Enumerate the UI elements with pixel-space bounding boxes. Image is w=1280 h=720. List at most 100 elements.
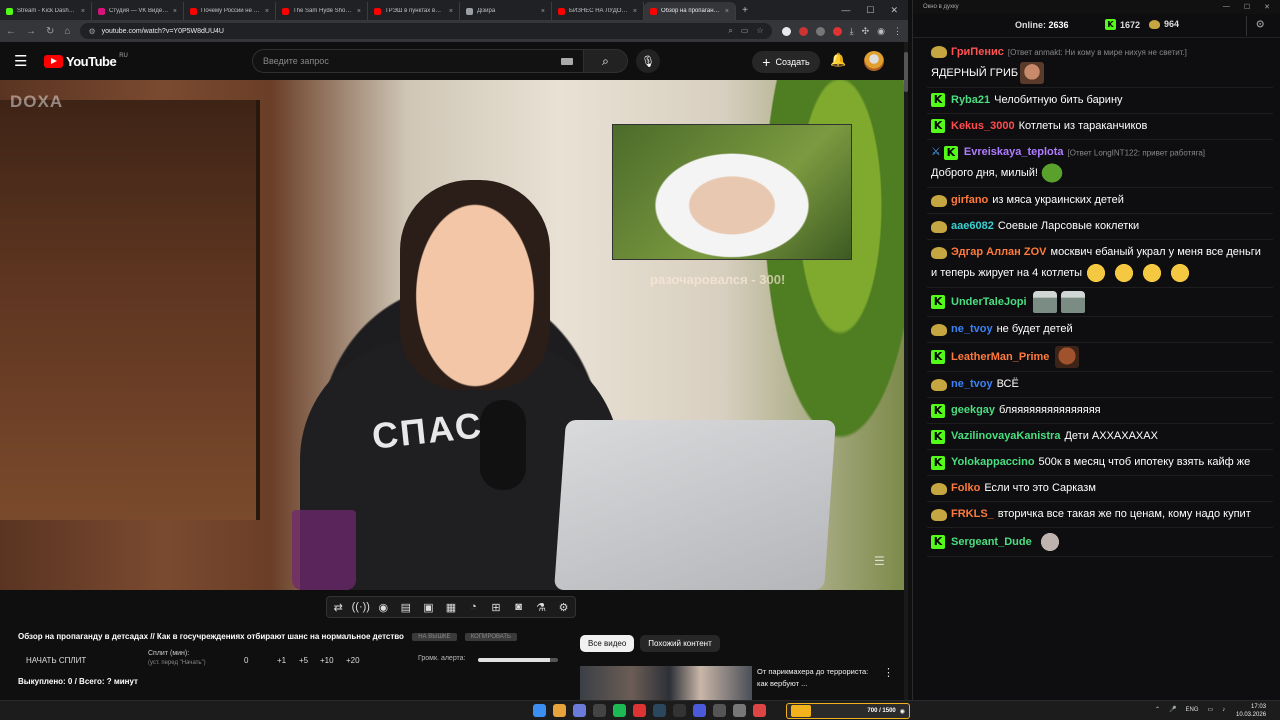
chat-username[interactable]: FRKLS_: [951, 508, 994, 520]
split-add-20-button[interactable]: +20: [346, 656, 360, 665]
split-add-10-button[interactable]: +10: [320, 656, 334, 665]
spotify-icon[interactable]: [613, 704, 626, 717]
avatar[interactable]: [864, 51, 884, 71]
chat-username[interactable]: Sergeant_Dude: [951, 536, 1032, 548]
volume-icon[interactable]: ♪: [1222, 707, 1225, 713]
create-button[interactable]: + Создать: [752, 51, 820, 73]
home-icon[interactable]: ⌂: [64, 26, 70, 37]
recommended-thumbnail[interactable]: [580, 666, 752, 700]
chat-username[interactable]: aae6082: [951, 220, 994, 232]
zoom-icon[interactable]: ⌕: [728, 26, 732, 36]
chat-message-list[interactable]: ГриПенис [Ответ anmakt: Ни кому в мире ни…: [913, 40, 1273, 690]
chat-username[interactable]: geekgay: [951, 404, 995, 416]
tab-close-icon[interactable]: ×: [357, 8, 361, 15]
loop-icon[interactable]: ⇄: [328, 601, 348, 614]
extensions-puzzle-icon[interactable]: ✣: [862, 26, 870, 37]
url-field[interactable]: ⚙ youtube.com/watch?v=Y0P5W8dUU4U ⌕ ▭ ☆: [80, 23, 772, 39]
browser-tab[interactable]: Почему России не даёт... ×: [184, 2, 276, 20]
app-icon[interactable]: [593, 704, 606, 717]
chat-minimize-button[interactable]: —: [1223, 3, 1230, 11]
chat-username[interactable]: ne_tvoy: [951, 323, 993, 335]
minimize-button[interactable]: —: [841, 5, 850, 16]
network-icon[interactable]: ▭: [1208, 706, 1214, 713]
downloads-icon[interactable]: ⤓: [850, 26, 854, 37]
chat-username[interactable]: LeatherMan_Prime: [951, 351, 1049, 363]
lab-icon[interactable]: ⚗: [531, 601, 551, 614]
video-player[interactable]: СПАС разочаровался - 300! DOXA ☰: [0, 80, 904, 590]
chat-username[interactable]: VazilinovayaKanistra: [951, 430, 1060, 442]
app-icon[interactable]: [633, 704, 646, 717]
reload-icon[interactable]: ↻: [46, 26, 54, 37]
cast-icon[interactable]: ▭: [741, 26, 749, 36]
tab-close-icon[interactable]: ×: [725, 8, 729, 15]
clip-icon[interactable]: ▤: [396, 601, 416, 614]
menu-kebab-icon[interactable]: ⋮: [893, 26, 902, 37]
chat-settings-icon[interactable]: ⊙: [1256, 19, 1264, 30]
chat-username[interactable]: ГриПенис: [951, 46, 1004, 58]
language-indicator[interactable]: ENG: [1186, 707, 1199, 713]
tab-close-icon[interactable]: ×: [541, 8, 545, 15]
recommended-video[interactable]: От парикмахера до террориста: как вербую…: [580, 666, 900, 700]
browser-tab[interactable]: ТРЭШ в пунктах выда... ×: [368, 2, 460, 20]
browser-tab[interactable]: The Sam Hyde Show: D... ×: [276, 2, 368, 20]
extension-icon[interactable]: [815, 26, 825, 36]
microphone-tray-icon[interactable]: 🎤: [1169, 706, 1176, 713]
chat-close-button[interactable]: ✕: [1264, 3, 1270, 11]
app-icon[interactable]: [753, 704, 766, 717]
tab-close-icon[interactable]: ×: [173, 8, 177, 15]
browser-tab[interactable]: БИЗНЕС НА ЛУДОМА... ×: [552, 2, 644, 20]
app-icon[interactable]: [713, 704, 726, 717]
alert-volume-slider[interactable]: [478, 658, 558, 662]
youtube-logo[interactable]: YouTube RU: [44, 53, 128, 69]
split-add-1-button[interactable]: +1: [277, 656, 286, 665]
split-add-5-button[interactable]: +5: [299, 656, 308, 665]
profile-icon[interactable]: ◉: [877, 26, 885, 37]
chrome-icon[interactable]: [553, 704, 566, 717]
extension-icon[interactable]: [798, 26, 808, 36]
hamburger-menu-icon[interactable]: ☰: [14, 52, 42, 70]
browser-tab[interactable]: Студия — VK Видео Live ×: [92, 2, 184, 20]
chat-username[interactable]: Evreiskaya_teplota: [964, 146, 1064, 158]
chat-username[interactable]: UnderTaleJopi: [951, 296, 1027, 308]
tab-close-icon[interactable]: ×: [633, 8, 637, 15]
page-scrollbar[interactable]: [904, 42, 908, 700]
speed-icon[interactable]: ◔: [463, 601, 483, 613]
forward-icon[interactable]: →: [26, 26, 36, 37]
extension-icon[interactable]: [832, 26, 842, 36]
site-info-icon[interactable]: ⚙: [88, 27, 95, 36]
close-button[interactable]: ✕: [890, 5, 898, 16]
video-menu-icon[interactable]: ☰: [874, 554, 885, 568]
back-icon[interactable]: ←: [6, 26, 16, 37]
search-button[interactable]: ⌕: [584, 49, 628, 73]
add-icon[interactable]: ⊞: [486, 601, 506, 614]
preview-icon[interactable]: ◉: [373, 601, 393, 614]
notifications-bell-icon[interactable]: 🔔: [830, 52, 846, 68]
extension-icon[interactable]: [781, 26, 791, 36]
tab-close-icon[interactable]: ×: [81, 8, 85, 15]
clock[interactable]: 17:03 10.03.2026: [1236, 703, 1266, 719]
windows-start-icon[interactable]: [533, 704, 546, 717]
chat-username[interactable]: ne_tvoy: [951, 378, 993, 390]
pip-icon[interactable]: ▣: [418, 601, 438, 614]
browser-tab[interactable]: Обзор на пропаганду... ×: [644, 2, 736, 20]
voice-search-button[interactable]: 🎙: [636, 49, 660, 73]
scrollbar-thumb[interactable]: [904, 52, 908, 92]
copy-tag-button[interactable]: КОПИРОВАТЬ: [464, 632, 517, 641]
tab-close-icon[interactable]: ×: [265, 8, 269, 15]
chat-username[interactable]: Ryba21: [951, 94, 990, 106]
chip-all-videos[interactable]: Все видео: [580, 635, 635, 652]
recommended-title[interactable]: От парикмахера до террориста: как вербую…: [757, 666, 877, 690]
broadcast-icon[interactable]: ((·)): [351, 601, 371, 613]
maximize-button[interactable]: ☐: [866, 5, 874, 16]
discord-icon[interactable]: [573, 704, 586, 717]
search-input[interactable]: Введите запрос: [252, 49, 584, 73]
settings-gear-icon[interactable]: ⚙: [554, 601, 574, 614]
chat-username[interactable]: Folko: [951, 482, 980, 494]
screenshot-icon[interactable]: ◙: [509, 601, 529, 613]
tab-close-icon[interactable]: ×: [449, 8, 453, 15]
keyboard-icon[interactable]: [561, 57, 573, 65]
new-tab-button[interactable]: +: [736, 5, 754, 16]
app-icon[interactable]: [733, 704, 746, 717]
more-options-icon[interactable]: ⋮: [883, 666, 894, 679]
subtitles-icon[interactable]: ▦: [441, 601, 461, 614]
